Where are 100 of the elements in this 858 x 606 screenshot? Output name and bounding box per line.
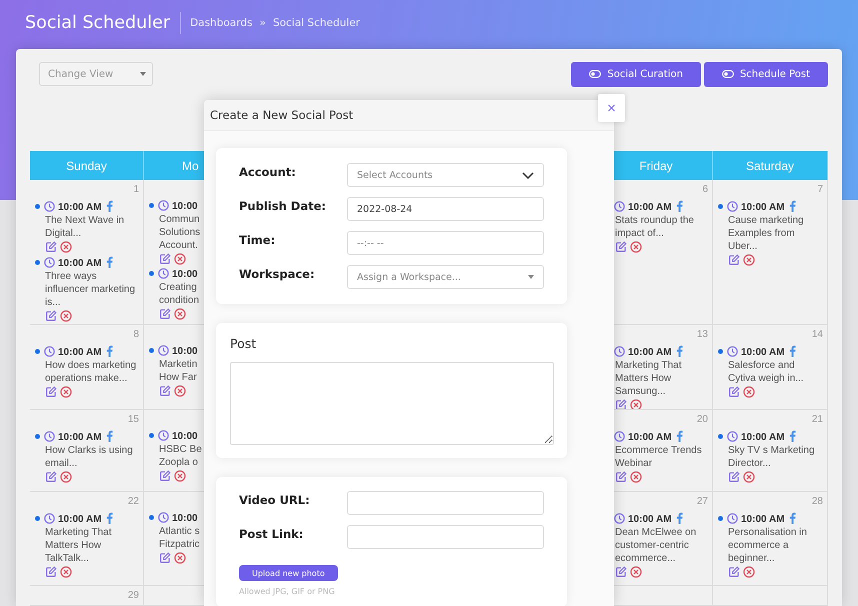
event-dot xyxy=(35,434,40,439)
account-select[interactable]: Select Accounts xyxy=(347,163,544,187)
delete-icon[interactable] xyxy=(743,254,755,266)
delete-icon[interactable] xyxy=(60,471,72,483)
clock-icon xyxy=(614,431,625,442)
event-dot xyxy=(35,204,40,209)
edit-icon[interactable] xyxy=(159,308,171,320)
delete-icon[interactable] xyxy=(630,241,642,253)
edit-icon[interactable] xyxy=(45,386,57,398)
edit-icon[interactable] xyxy=(615,241,627,253)
edit-icon[interactable] xyxy=(159,552,171,564)
time-field[interactable]: --:-- -- xyxy=(347,231,544,255)
event-time: 10:00 AM xyxy=(58,347,102,358)
day-cell[interactable]: 1 10:00 AM The Next Wave in Digital... 10:00 AM Three ways influencer marketing is... xyxy=(30,180,144,325)
event-dot xyxy=(35,260,40,265)
date-number: 22 xyxy=(126,495,139,508)
workspace-select[interactable]: Assign a Workspace... xyxy=(347,265,544,289)
day-cell[interactable]: 7 10:00 AM Cause marketing Examples from Uber... xyxy=(713,180,828,325)
event-title: Dean McElwee on customer-centric ecommerce... xyxy=(615,526,698,565)
edit-icon[interactable] xyxy=(728,566,740,578)
day-cell[interactable]: 15 10:00 AM How Clarks is using email... xyxy=(30,410,144,492)
edit-icon[interactable] xyxy=(615,566,627,578)
delete-icon[interactable] xyxy=(630,399,642,409)
edit-icon[interactable] xyxy=(159,470,171,482)
chevron-down-icon xyxy=(522,172,534,178)
event-title: Zoopla o xyxy=(159,456,199,469)
social-icon xyxy=(676,200,683,212)
delete-icon[interactable] xyxy=(743,566,755,578)
date-field[interactable]: 2022-08-24 xyxy=(347,197,544,221)
day-cell[interactable]: 8 10:00 AM How does marketing operations make... xyxy=(30,325,144,410)
delete-icon[interactable] xyxy=(743,386,755,398)
event-dot xyxy=(149,348,154,353)
close-button[interactable]: × xyxy=(598,94,625,122)
event-dot xyxy=(35,349,40,354)
delete-icon[interactable] xyxy=(174,308,186,320)
event-time: 10:00 xyxy=(172,513,198,524)
event-title: How Far xyxy=(159,371,198,384)
social-icon xyxy=(106,345,113,357)
input-field[interactable] xyxy=(347,491,544,515)
clock-icon xyxy=(727,201,738,212)
edit-icon[interactable] xyxy=(45,566,57,578)
event-time: 10:00 AM xyxy=(628,514,672,525)
edit-icon[interactable] xyxy=(45,241,57,253)
delete-icon[interactable] xyxy=(60,566,72,578)
event-dot xyxy=(149,433,154,438)
field-label: Time: xyxy=(239,232,276,249)
clock-icon xyxy=(158,200,169,211)
clock-icon xyxy=(158,345,169,356)
event-title: Personalisation in ecommerce a beginner... xyxy=(728,526,808,565)
day-cell[interactable]: 22 10:00 AM Marketing That Matters How TalkTalk... xyxy=(30,492,144,586)
edit-icon[interactable] xyxy=(728,386,740,398)
event-dot xyxy=(718,204,723,209)
toolbar-button[interactable]: Schedule Post xyxy=(704,62,828,86)
upload-button[interactable]: Upload new photo xyxy=(239,565,338,581)
edit-icon[interactable] xyxy=(45,471,57,483)
day-cell[interactable]: 21 10:00 AM Sky TV s Marketing Director... xyxy=(713,410,828,492)
edit-icon[interactable] xyxy=(728,254,740,266)
edit-icon[interactable] xyxy=(45,310,57,322)
edit-icon[interactable] xyxy=(615,471,627,483)
event-title: Marketing That Matters How Samsung... xyxy=(615,359,683,398)
event-title: Solutions xyxy=(159,226,202,239)
delete-icon[interactable] xyxy=(60,386,72,398)
day-cell[interactable]: 14 10:00 AM Salesforce and Cytiva weigh in... xyxy=(713,325,828,410)
date-number: 27 xyxy=(696,495,708,508)
edit-icon[interactable] xyxy=(159,253,171,265)
social-icon xyxy=(106,200,113,212)
input-field[interactable] xyxy=(347,525,544,549)
event-dot xyxy=(149,271,154,276)
delete-icon[interactable] xyxy=(630,566,642,578)
delete-icon[interactable] xyxy=(174,470,186,482)
date-number: 29 xyxy=(126,589,139,602)
delete-icon[interactable] xyxy=(60,310,72,322)
event-time: 10:00 AM xyxy=(741,432,785,443)
event-time: 10:00 xyxy=(172,201,198,212)
event-dot xyxy=(718,434,723,439)
edit-icon[interactable] xyxy=(615,399,627,409)
select-placeholder: Select Accounts xyxy=(357,170,433,180)
delete-icon[interactable] xyxy=(174,552,186,564)
event-time: 10:00 AM xyxy=(58,514,102,525)
event-dot xyxy=(35,516,40,521)
delete-icon[interactable] xyxy=(174,253,186,265)
delete-icon[interactable] xyxy=(174,385,186,397)
caret-icon xyxy=(140,72,146,76)
edit-icon[interactable] xyxy=(159,385,171,397)
edit-icon[interactable] xyxy=(728,471,740,483)
day-header: Sunday xyxy=(30,151,144,180)
delete-icon[interactable] xyxy=(743,471,755,483)
clock-icon xyxy=(614,513,625,524)
day-cell[interactable]: 28 10:00 AM Personalisation in ecommerce a beginner... xyxy=(713,492,828,586)
delete-icon[interactable] xyxy=(60,241,72,253)
clock-icon xyxy=(44,513,55,524)
field-label: Video URL: xyxy=(239,492,311,509)
event-dot xyxy=(718,349,723,354)
event-title: Creating xyxy=(159,281,198,294)
event-time: 10:00 AM xyxy=(741,347,785,358)
event-title: Fitzpatric xyxy=(159,538,201,551)
event-title: How Clarks is using email... xyxy=(45,444,134,470)
event-title: Ecommerce Trends Webinar xyxy=(615,444,703,470)
delete-icon[interactable] xyxy=(630,471,642,483)
toolbar-button[interactable]: Social Curation xyxy=(571,62,701,86)
